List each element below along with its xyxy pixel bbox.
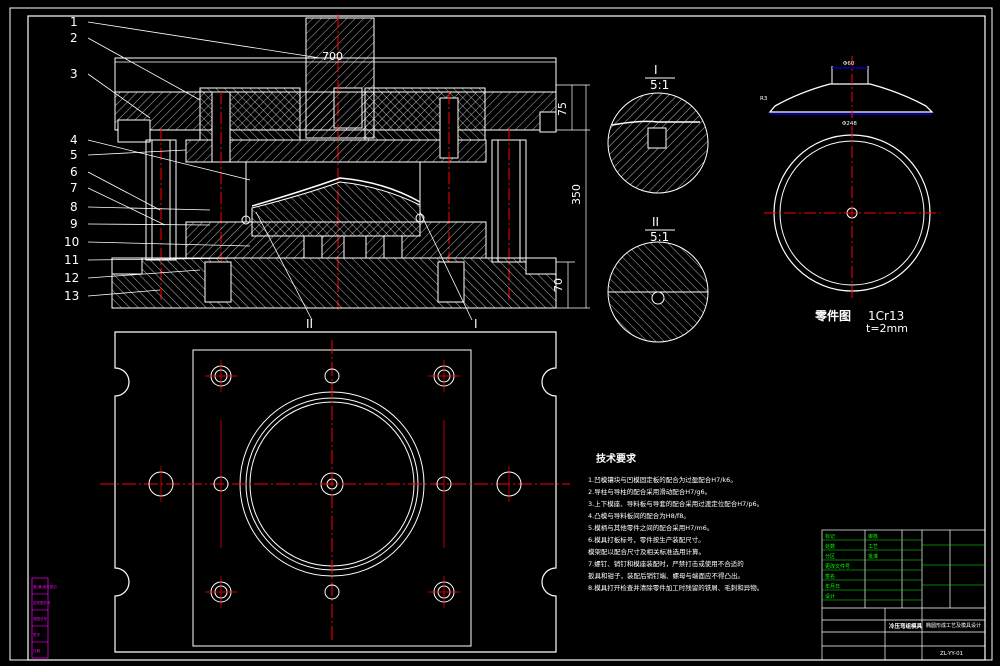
part-label: 2 xyxy=(70,31,78,45)
section-mark-left: II xyxy=(306,317,313,331)
tb-row: 年月日 xyxy=(825,583,840,590)
dim-height-bottom: 70 xyxy=(552,278,565,292)
tb-drawing: 椭圆形成工艺及模具设计 xyxy=(926,622,981,629)
title-block-text: 标记 处数 分区 更改文件号 签名 年月日 设计 审核 工艺 批准 冷压弯组模具… xyxy=(825,533,981,657)
part-label: 11 xyxy=(64,253,79,267)
side-stamp: 借(通)用件登记 旧底图总号 底图总号 签字 日期 xyxy=(31,577,57,659)
part-label: 7 xyxy=(70,181,78,195)
tech-req-item: 3.上下模座、导料板与导套的配合采用过渡定位配合H7/p6。 xyxy=(588,499,763,508)
drawing-canvas: 1 2 3 4 5 6 7 8 9 10 11 12 13 II I 700 3… xyxy=(9,7,993,661)
part-radius: R3 xyxy=(760,96,768,102)
title-block xyxy=(821,529,986,661)
tech-req-item: 4.凸模与导料板间的配合为H8/f8。 xyxy=(588,511,690,520)
tech-req-item: 5.模柄与其他零件之间的配合采用H7/m6。 xyxy=(588,523,713,532)
tech-req-item: 扳具和钳子，装配后销钉端、螺母与端面应不得凸出。 xyxy=(588,571,744,580)
part-top-dim: Φ60 xyxy=(843,61,855,67)
tech-req-item: 6.模具打板标号，零件按生产装配尺寸。 xyxy=(588,535,705,544)
dim-height-total: 350 xyxy=(570,184,583,205)
tb-row: 签名 xyxy=(825,573,835,580)
part-label: 6 xyxy=(70,165,78,179)
detail-title: I xyxy=(654,63,658,77)
tb-row: 工艺 xyxy=(868,544,878,550)
detail-view-2: II 5:1 xyxy=(607,215,709,343)
tb-row: 批准 xyxy=(868,553,878,560)
tb-row: 更改文件号 xyxy=(825,563,850,570)
detail-view-1: I 5:1 xyxy=(607,63,709,194)
part-material: 1Cr13 xyxy=(868,309,904,323)
part-drawing-label: 零件图 xyxy=(814,308,851,323)
plan-view xyxy=(100,331,570,653)
side-stamp-item: 旧底图总号 xyxy=(33,600,51,605)
part-label: 12 xyxy=(64,271,79,285)
tech-req-item: 模架配以配合尺寸及相关标准选用计算。 xyxy=(588,547,705,556)
part-label: 5 xyxy=(70,148,78,162)
side-stamp-item: 日期 xyxy=(33,648,40,653)
tech-req-item: 7.螺钉、销钉和模座装配时，严禁打击或使用不合适的 xyxy=(588,559,744,568)
dim-height-top: 75 xyxy=(556,102,569,116)
side-stamp-item: 签字 xyxy=(33,632,40,637)
detail-scale: 5:1 xyxy=(650,78,669,92)
tb-row: 分区 xyxy=(825,553,835,560)
part-thickness: t=2mm xyxy=(866,322,908,335)
tech-requirements: 技术要求 1.凹模镶块与凹模固定板的配合为过盈配合H7/k6。 2.导柱与导柱的… xyxy=(588,452,763,592)
tech-req-item: 2.导柱与导柱的配合采用滑动配合H7/g6。 xyxy=(588,487,711,496)
part-label: 4 xyxy=(70,133,78,147)
part-label: 13 xyxy=(64,289,79,303)
part-label: 1 xyxy=(70,15,78,29)
tb-name: 冷压弯组模具 xyxy=(889,622,923,630)
tb-row: 设计 xyxy=(825,593,835,600)
part-label: 3 xyxy=(70,67,78,81)
part-label: 8 xyxy=(70,200,78,214)
detail-title: II xyxy=(652,215,659,229)
tb-row: 处数 xyxy=(825,543,835,550)
dim-width: 700 xyxy=(322,50,343,63)
tb-number: ZL-YY-01 xyxy=(940,651,963,657)
tech-req-item: 8.模具打开检查并清除零件加工时残留的铁屑、毛刺和异物。 xyxy=(588,583,763,592)
tb-row: 标记 xyxy=(825,533,835,540)
part-drawing: Φ60 Φ248 R3 零件图 1Cr13 t=2mm xyxy=(760,56,940,335)
tech-req-title: 技术要求 xyxy=(596,452,637,465)
part-bottom-dim: Φ248 xyxy=(842,121,857,127)
side-stamp-item: 底图总号 xyxy=(33,616,47,621)
tb-row: 审核 xyxy=(868,533,878,540)
side-stamp-item: 借(通)用件登记 xyxy=(33,584,57,589)
section-mark-right: I xyxy=(474,317,478,331)
part-label: 10 xyxy=(64,235,79,249)
part-label: 9 xyxy=(70,217,78,231)
tech-req-item: 1.凹模镶块与凹模固定板的配合为过盈配合H7/k6。 xyxy=(588,475,737,484)
